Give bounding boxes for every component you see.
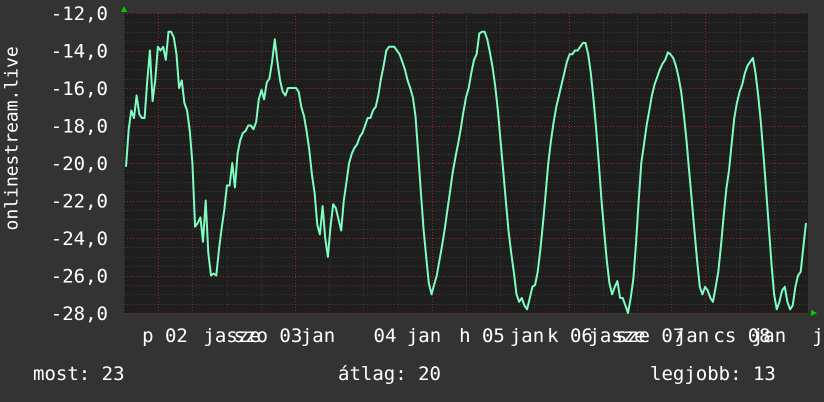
x-tick-label: 04 (374, 325, 397, 347)
x-tick-label: k 06 (547, 325, 593, 347)
x-tick-label: szo 03 (234, 325, 303, 347)
y-axis-arrow-icon (121, 6, 127, 12)
y-tick-label: -28,0 (51, 303, 108, 325)
y-tick-label: -26,0 (51, 266, 108, 288)
x-tick-label: jan (752, 325, 786, 347)
x-tick-label: h 05 (459, 325, 505, 347)
y-tick-label: -22,0 (51, 191, 108, 213)
line-chart: -12,0 -14,0 -16,0 -18,0 -20,0 -22,0 -24,0 -26,0… (51, 3, 824, 347)
stat-average: átlag: 20 (338, 363, 441, 385)
x-tick-label: p 02 (142, 325, 188, 347)
x-tick-label: jan (407, 325, 441, 347)
y-tick-label: -18,0 (51, 116, 108, 138)
y-tick-label: -16,0 (51, 78, 108, 100)
x-axis-arrow-icon (811, 310, 817, 316)
y-axis-ticks: -12,0 -14,0 -16,0 -18,0 -20,0 -22,0 -24,0 -26,0… (51, 3, 108, 325)
y-tick-label: -14,0 (51, 41, 108, 63)
y-axis-label: onlinestream.live (1, 46, 23, 231)
y-tick-label: -20,0 (51, 153, 108, 175)
x-tick-label: jan (510, 325, 544, 347)
x-tick-label: jan (301, 325, 335, 347)
x-tick-label: j (812, 325, 823, 347)
x-tick-label: jan (675, 325, 709, 347)
x-axis-ticks: p 02 jaszeszo 03jan 04 jan h 05 jan k 06jaszes… (142, 325, 824, 347)
stat-best: legjobb: 13 (650, 363, 776, 385)
y-tick-label: -12,0 (51, 3, 108, 25)
y-tick-label: -24,0 (51, 228, 108, 250)
stat-current: most: 23 (33, 363, 125, 385)
